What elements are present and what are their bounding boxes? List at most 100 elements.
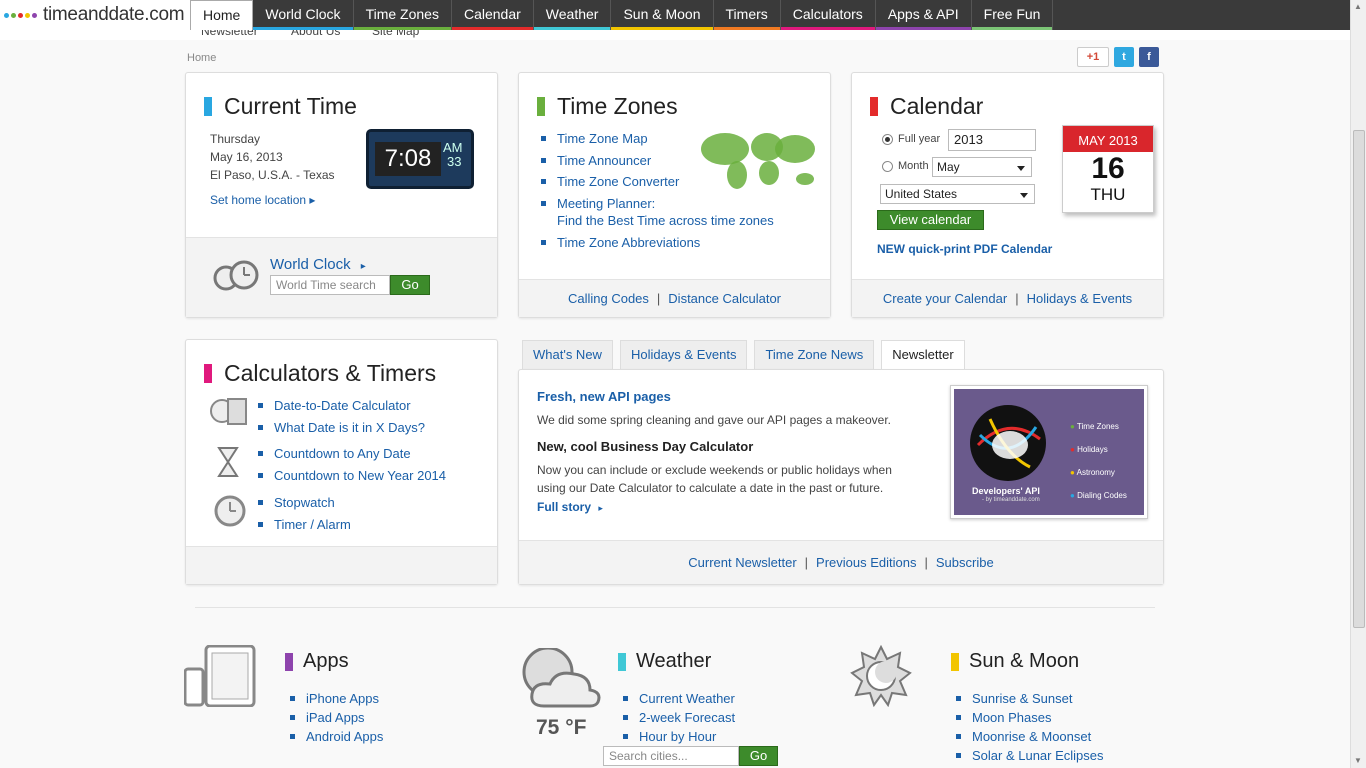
nav-tab-time-zones[interactable]: Time Zones: [353, 0, 452, 30]
news-headline-2: New, cool Business Day Calculator: [537, 439, 754, 454]
moonrise-moonset-link[interactable]: Moonrise & Moonset: [954, 727, 1104, 746]
hour-by-hour-link[interactable]: Hour by Hour: [621, 727, 735, 746]
month-label: Month: [898, 160, 929, 172]
breadcrumb[interactable]: Home: [187, 52, 216, 64]
facebook-icon[interactable]: f: [1139, 47, 1159, 67]
nav-tab-apps-api[interactable]: Apps & API: [875, 0, 972, 30]
site-logo[interactable]: timeanddate.com: [0, 0, 190, 30]
pdf-calendar-link[interactable]: NEW quick-print PDF Calendar: [877, 242, 1052, 256]
world-time-go-button[interactable]: Go: [390, 275, 430, 295]
month-radio[interactable]: [882, 161, 893, 172]
clocks-icon: [210, 258, 260, 292]
sunrise-sunset-link[interactable]: Sunrise & Sunset: [954, 689, 1104, 708]
calendar-day-icon: MAY 2013 16 THU: [1062, 125, 1154, 213]
moon-phases-link[interactable]: Moon Phases: [954, 708, 1104, 727]
previous-editions-link[interactable]: Previous Editions: [816, 555, 916, 570]
what-date-link[interactable]: What Date is it in X Days?: [256, 417, 425, 439]
apps-links: iPhone Apps iPad Apps Android Apps: [288, 689, 383, 746]
countdown-new-year-link[interactable]: Countdown to New Year 2014: [256, 465, 446, 487]
calendar-title: Calendar: [870, 93, 983, 120]
time-zones-box: Time Zones Time Zone Map Time Announcer …: [518, 72, 831, 318]
stopwatch-link[interactable]: Stopwatch: [256, 492, 351, 514]
tab-holidays-events[interactable]: Holidays & Events: [619, 340, 748, 370]
tab-whats-new[interactable]: What's New: [522, 340, 613, 370]
nav-tab-calculators[interactable]: Calculators: [780, 0, 876, 30]
calling-codes-link[interactable]: Calling Codes: [568, 291, 649, 306]
sun-moon-links: Sunrise & Sunset Moon Phases Moonrise & …: [954, 689, 1104, 765]
current-newsletter-link[interactable]: Current Newsletter: [688, 555, 796, 570]
android-apps-link[interactable]: Android Apps: [288, 727, 383, 746]
weather-moon-cloud-icon: [520, 646, 602, 710]
countdown-any-date-link[interactable]: Countdown to Any Date: [256, 443, 446, 465]
world-time-search-input[interactable]: World Time search: [270, 275, 390, 295]
main-nav: Home World Clock Time Zones Calendar Weather…: [190, 0, 1054, 30]
subnav-newsletter[interactable]: Newsletter: [201, 30, 258, 38]
current-weather-link[interactable]: Current Weather: [621, 689, 735, 708]
nav-tab-home[interactable]: Home: [190, 0, 254, 30]
time-zones-title: Time Zones: [537, 93, 678, 120]
icon-day: 16: [1091, 152, 1125, 185]
nav-tab-world-clock[interactable]: World Clock: [253, 0, 354, 30]
month-select[interactable]: May: [932, 157, 1032, 177]
clock-ampm: AM: [443, 140, 463, 155]
nav-tab-weather[interactable]: Weather: [533, 0, 612, 30]
nav-tab-calendar[interactable]: Calendar: [451, 0, 534, 30]
date-to-date-calculator-link[interactable]: Date-to-Date Calculator: [256, 395, 425, 417]
subnav-site-map[interactable]: Site Map: [372, 30, 419, 38]
sub-navigation: Newsletter About Us Site Map: [0, 30, 1350, 40]
clock-dot-icon: ●: [1070, 422, 1075, 431]
icon-month: MAY: [1078, 133, 1106, 148]
two-week-forecast-link[interactable]: 2-week Forecast: [621, 708, 735, 727]
vertical-scrollbar[interactable]: ▲ ▼: [1350, 0, 1366, 768]
developers-api-card[interactable]: Developers' API - by timeanddate.com ● T…: [950, 385, 1148, 519]
tab-newsletter[interactable]: Newsletter: [881, 340, 965, 370]
weather-go-button[interactable]: Go: [739, 746, 778, 766]
meeting-planner-link[interactable]: Meeting Planner: Find the Best Time acros…: [539, 193, 774, 232]
timer-links: Stopwatch Timer / Alarm: [256, 492, 351, 535]
calculators-title: Calculators & Timers: [204, 360, 436, 387]
world-clock-link[interactable]: World Clock ▸: [270, 256, 366, 273]
subnav-about-us[interactable]: About Us: [291, 30, 340, 38]
country-select[interactable]: United States: [880, 184, 1035, 204]
ipad-apps-link[interactable]: iPad Apps: [288, 708, 383, 727]
timer-alarm-link[interactable]: Timer / Alarm: [256, 514, 351, 536]
logo-dots-icon: [4, 12, 37, 18]
full-year-radio[interactable]: [882, 134, 893, 145]
time-zone-abbreviations-link[interactable]: Time Zone Abbreviations: [539, 232, 774, 254]
nav-tab-label: Weather: [545, 6, 599, 22]
nav-tab-free-fun[interactable]: Free Fun: [971, 0, 1054, 30]
set-home-location-link[interactable]: Set home location ▸: [210, 193, 315, 207]
nav-tab-label: Timers: [725, 6, 768, 22]
weather-search-input[interactable]: Search cities...: [603, 746, 739, 766]
twitter-icon[interactable]: t: [1114, 47, 1134, 67]
tab-time-zone-news[interactable]: Time Zone News: [754, 340, 875, 370]
iphone-apps-link[interactable]: iPhone Apps: [288, 689, 383, 708]
year-input[interactable]: 2013: [948, 129, 1036, 151]
scrollbar-thumb[interactable]: [1353, 130, 1365, 628]
alarm-clock-icon: 7:08 AM 33: [366, 129, 474, 189]
icon-year: 2013: [1108, 133, 1138, 148]
view-calendar-button[interactable]: View calendar: [877, 210, 984, 230]
scroll-down-arrow-icon[interactable]: ▼: [1354, 756, 1362, 765]
clock-time: 7:08: [375, 142, 441, 176]
apps-title: Apps: [285, 650, 349, 673]
eclipses-link[interactable]: Solar & Lunar Eclipses: [954, 746, 1104, 765]
distance-calculator-link[interactable]: Distance Calculator: [668, 291, 781, 306]
api-item-time-zones: ● Time Zones: [1070, 422, 1119, 431]
api-card-title: Developers' API: [972, 486, 1040, 496]
google-plus-button[interactable]: +1: [1077, 47, 1109, 67]
calendar-dot-icon: ●: [1070, 445, 1075, 454]
create-calendar-link[interactable]: Create your Calendar: [883, 291, 1007, 306]
calculators-footer: [186, 546, 497, 584]
subscribe-link[interactable]: Subscribe: [936, 555, 994, 570]
holidays-events-link[interactable]: Holidays & Events: [1027, 291, 1133, 306]
news-headline-1[interactable]: Fresh, new API pages: [537, 389, 671, 404]
news-text-1: We did some spring cleaning and gave our…: [537, 413, 891, 427]
nav-tab-sun-moon[interactable]: Sun & Moon: [611, 0, 714, 30]
time-zones-footer: Calling Codes | Distance Calculator: [519, 279, 830, 317]
icon-weekday: THU: [1090, 185, 1126, 204]
full-story-link[interactable]: Full story ▸: [537, 500, 603, 514]
nav-tab-timers[interactable]: Timers: [713, 0, 781, 30]
calculator-icon: [210, 396, 248, 426]
scroll-up-arrow-icon[interactable]: ▲: [1354, 2, 1362, 11]
